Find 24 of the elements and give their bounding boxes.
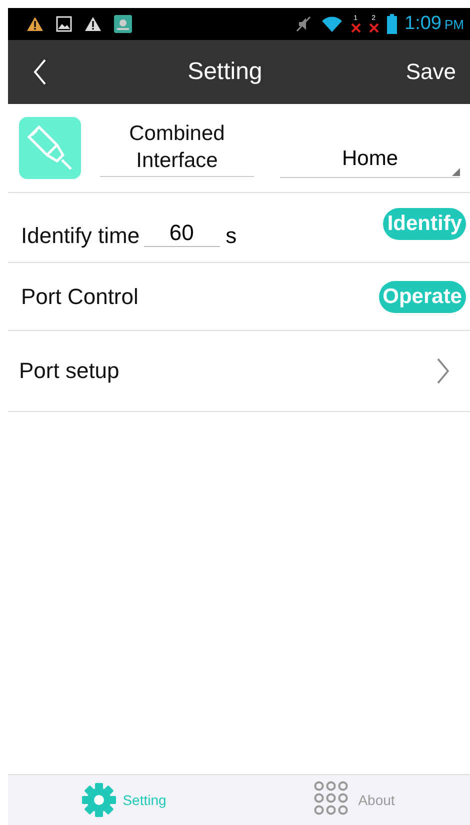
app-icon <box>114 15 132 33</box>
unit-label: s <box>226 222 237 248</box>
location-dropdown[interactable]: Home <box>280 147 460 178</box>
status-time: 1:09 <box>404 13 442 35</box>
back-icon[interactable] <box>32 58 48 86</box>
port-setup-row[interactable]: Port setup <box>8 331 470 412</box>
row-label: Port Control <box>21 284 138 310</box>
warning-icon <box>84 16 102 32</box>
row-label: Port setup <box>19 358 120 384</box>
mute-icon <box>294 15 313 33</box>
battery-icon <box>386 14 397 34</box>
gear-icon <box>80 782 117 818</box>
image-icon <box>56 16 72 32</box>
warning-icon <box>26 16 44 32</box>
usb-plug-icon <box>19 117 81 179</box>
save-button[interactable]: Save <box>402 55 460 89</box>
no-signal-icon <box>368 23 379 33</box>
status-ampm: PM <box>444 16 464 32</box>
device-name-field[interactable]: Combined Interface <box>100 120 254 176</box>
row-label: Identify time <box>21 222 140 248</box>
no-signal-icon <box>350 23 361 33</box>
page-title: Setting <box>186 58 264 86</box>
chevron-right-icon <box>436 357 450 385</box>
wifi-icon <box>320 15 343 33</box>
